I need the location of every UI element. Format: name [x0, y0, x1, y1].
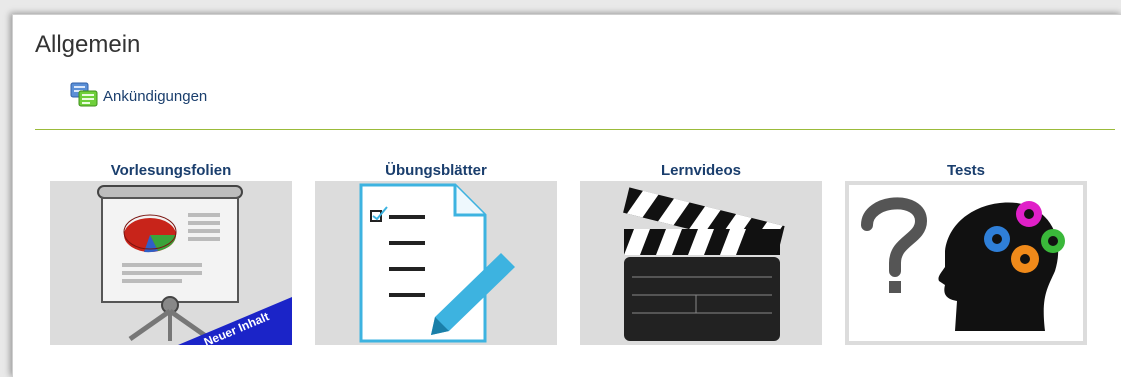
tile-label: Übungsblätter — [385, 162, 487, 179]
announcements-link[interactable]: Ankündigungen — [69, 81, 207, 111]
tile-tests[interactable]: Tests — [845, 160, 1087, 345]
tile-label: Tests — [946, 162, 986, 179]
resource-tiles: Vorlesungsfolien Neuer Inhalt Übungsblät… — [50, 160, 1116, 350]
section-title: Allgemein — [35, 31, 141, 58]
tile-label: Vorlesungsfolien — [110, 162, 232, 179]
announcements-label: Ankündigungen — [103, 87, 208, 105]
course-section: Allgemein Ankündigungen Vorlesungsfolien — [12, 14, 1121, 377]
brain-gears-icon — [845, 181, 1087, 345]
section-divider — [35, 129, 1115, 130]
tile-lernvideos[interactable]: Lernvideos — [580, 160, 822, 345]
tile-label: Lernvideos — [660, 162, 742, 179]
forum-icon — [69, 81, 99, 111]
tile-uebungsblaetter[interactable]: Übungsblätter — [315, 160, 557, 345]
tile-vorlesungsfolien[interactable]: Vorlesungsfolien Neuer Inhalt — [50, 160, 292, 345]
clapperboard-icon — [580, 181, 822, 345]
worksheet-icon — [315, 181, 557, 345]
presentation-icon: Neuer Inhalt — [50, 181, 292, 345]
